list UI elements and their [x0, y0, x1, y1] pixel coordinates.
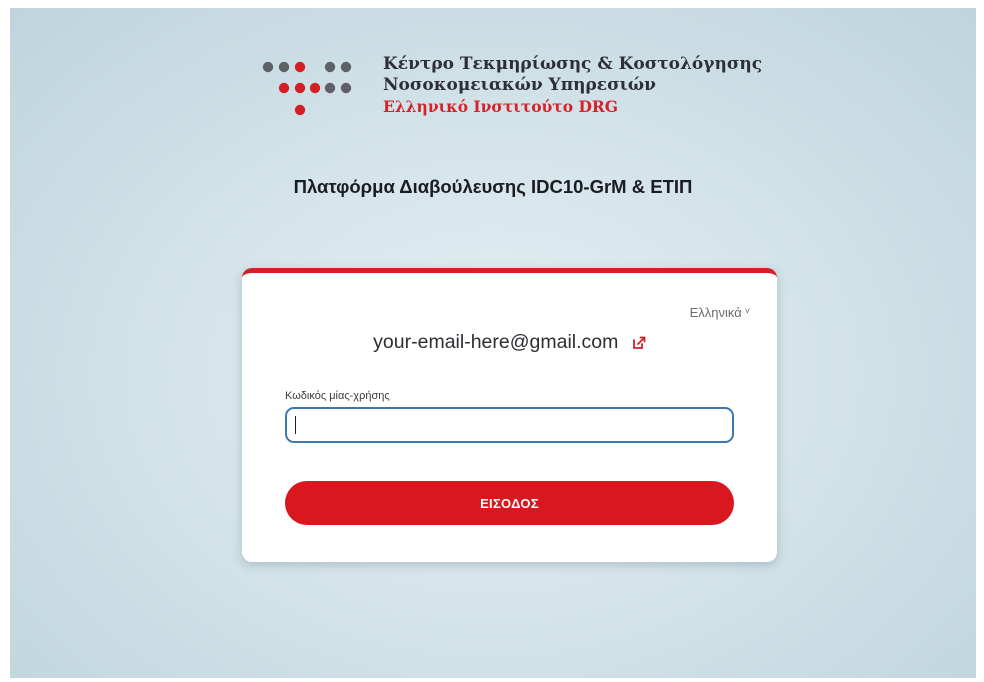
edit-email-icon[interactable] [632, 336, 646, 350]
page-background: Κέντρο Τεκμηρίωσης & Κοστολόγησης Νοσοκο… [10, 8, 976, 678]
text-caret [295, 416, 296, 434]
login-card: Ελληνικά ˅ your-email-here@gmail.com Κωδι… [242, 268, 777, 562]
language-label: Ελληνικά [689, 305, 742, 320]
logo-title-line2: Νοσοκομειακών Υπηρεσιών [383, 75, 656, 95]
email-address: your-email-here@gmail.com [373, 331, 619, 353]
email-display: your-email-here@gmail.com [242, 331, 777, 354]
logo-subtitle: Ελληνικό Ινστιτούτο DRG [383, 97, 619, 116]
login-button[interactable]: ΕΙΣΟΔΟΣ [285, 481, 734, 525]
chevron-down-icon: ˅ [744, 306, 750, 316]
platform-title: Πλατφόρμα Διαβούλευσης IDC10-GrM & ΕΤΙΠ [293, 176, 693, 197]
language-selector[interactable]: Ελληνικά ˅ [690, 305, 750, 320]
otp-label: Κωδικός μίας-χρήσης [285, 390, 390, 402]
logo-dots-mark [262, 61, 352, 116]
organization-logo: Κέντρο Τεκμηρίωσης & Κοστολόγησης Νοσοκο… [254, 54, 814, 144]
otp-input[interactable] [285, 407, 734, 443]
logo-title-line1: Κέντρο Τεκμηρίωσης & Κοστολόγησης [383, 54, 763, 74]
logo-text: Κέντρο Τεκμηρίωσης & Κοστολόγησης Νοσοκο… [383, 54, 762, 117]
